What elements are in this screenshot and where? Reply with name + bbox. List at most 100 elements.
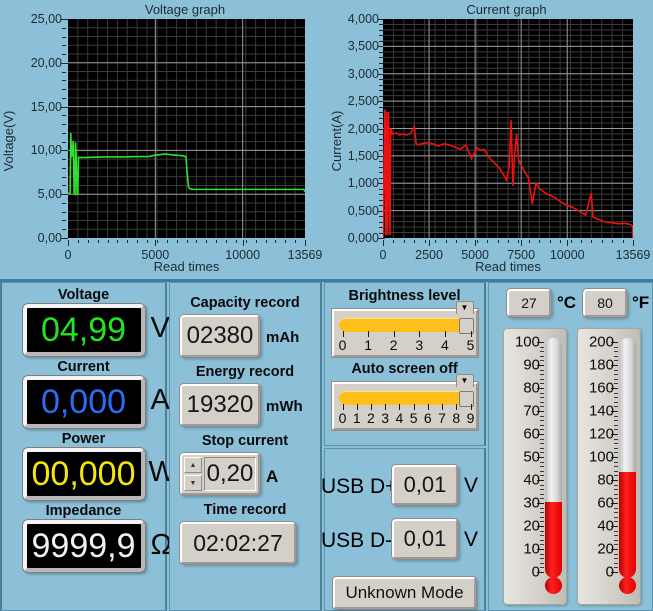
thermometer-tick-mark bbox=[537, 503, 544, 504]
axis-minor-tick bbox=[570, 240, 572, 243]
axis-minor-tick bbox=[62, 36, 66, 38]
axis-tick-label: 2,500 bbox=[347, 94, 379, 109]
usb-dminus-row: USB D- 0,01 V bbox=[321, 519, 484, 563]
axis-minor-tick bbox=[393, 240, 395, 243]
axis-minor-tick bbox=[62, 159, 66, 161]
stop-current-value[interactable]: 0,20 bbox=[204, 457, 256, 491]
axis-minor-tick bbox=[265, 240, 267, 243]
axis-minor-tick bbox=[62, 71, 66, 73]
thermometer-minor-tick bbox=[540, 415, 544, 417]
thermometer-minor-tick bbox=[614, 553, 618, 555]
axis-minor-tick bbox=[77, 240, 79, 243]
time-record-label: Time record bbox=[203, 502, 287, 518]
axis-minor-tick bbox=[62, 132, 66, 134]
thermometer-tick-mark bbox=[611, 388, 618, 389]
energy-record-row: 19320 mWh bbox=[170, 384, 320, 426]
graphs-area: Voltage graph Voltage(V) 0,00 5,00 10,00 15… bbox=[0, 0, 653, 282]
current-graph-title: Current graph bbox=[466, 2, 547, 17]
time-record-value: 02:02:27 bbox=[193, 529, 283, 556]
axis-minor-tick bbox=[612, 240, 614, 243]
axis-tick-label: 2,000 bbox=[347, 121, 379, 136]
auto-screen-off-slider[interactable]: ▼ 0123456789 bbox=[331, 374, 478, 430]
current-readout: 0,000 A bbox=[22, 376, 170, 428]
axis-minor-tick bbox=[137, 240, 139, 243]
energy-record-label: Energy record bbox=[195, 364, 295, 380]
stop-current-stepper[interactable]: ▲ ▼ 0,20 bbox=[180, 453, 260, 495]
celsius-thermometer-bulb bbox=[545, 577, 562, 594]
usb-mode-button[interactable]: Unknown Mode bbox=[333, 577, 476, 609]
stop-current-increment-button[interactable]: ▲ bbox=[184, 457, 202, 473]
power-label: Power bbox=[61, 431, 106, 447]
axis-minor-tick bbox=[216, 240, 218, 243]
thermometer-tick-mark bbox=[611, 503, 618, 504]
axis-minor-tick bbox=[487, 240, 489, 243]
axis-tick-mark bbox=[429, 240, 431, 246]
thermometer-minor-tick bbox=[614, 360, 618, 362]
axis-minor-tick bbox=[117, 240, 119, 243]
voltage-value: 04,99 bbox=[40, 310, 127, 349]
axis-tick-mark bbox=[378, 238, 385, 239]
celsius-thermometer-tube bbox=[545, 338, 562, 578]
axis-minor-tick bbox=[383, 240, 384, 243]
thermometer-minor-tick bbox=[540, 443, 544, 445]
auto-screen-off-slider-track[interactable] bbox=[338, 391, 469, 405]
slider-tick-label: 1 bbox=[352, 410, 361, 426]
thermometer-minor-tick bbox=[614, 512, 618, 514]
thermometer-minor-tick bbox=[614, 392, 618, 394]
axis-minor-tick bbox=[435, 240, 437, 243]
axis-minor-tick bbox=[255, 240, 257, 243]
stop-current-decrement-button[interactable]: ▼ bbox=[184, 475, 202, 491]
thermometer-minor-tick bbox=[540, 346, 544, 348]
thermometer-minor-tick bbox=[540, 544, 544, 546]
auto-screen-off-slider-arrow-icon[interactable]: ▼ bbox=[455, 374, 474, 387]
brightness-slider-arrow-icon[interactable]: ▼ bbox=[455, 301, 474, 314]
thermometer-tick-mark bbox=[611, 411, 618, 412]
thermometer-minor-tick bbox=[540, 447, 544, 449]
axis-tick-mark bbox=[521, 240, 523, 246]
thermometer-tick-mark bbox=[537, 388, 544, 389]
thermometer-minor-tick bbox=[540, 397, 544, 399]
thermometer-tick-mark bbox=[611, 342, 618, 343]
stop-current-label: Stop current bbox=[201, 433, 289, 449]
thermometer-tick-mark bbox=[611, 572, 618, 573]
impedance-value: 9999,9 bbox=[31, 526, 136, 565]
thermometer-minor-tick bbox=[614, 355, 618, 357]
thermometer-minor-tick bbox=[614, 489, 618, 491]
thermometer-minor-tick bbox=[540, 401, 544, 403]
axis-minor-tick bbox=[445, 240, 447, 243]
thermometer-minor-tick bbox=[540, 406, 544, 408]
axis-minor-tick bbox=[62, 229, 66, 231]
thermometer-minor-tick bbox=[540, 562, 544, 564]
axis-minor-tick bbox=[285, 240, 287, 243]
auto-screen-off-slider-scale: 0123456789 bbox=[334, 404, 476, 428]
thermometer-minor-tick bbox=[540, 378, 544, 380]
thermometer-tick-mark bbox=[611, 434, 618, 435]
thermometer-minor-tick bbox=[540, 498, 544, 500]
fahrenheit-thermometer-tube bbox=[619, 338, 636, 578]
axis-minor-tick bbox=[62, 220, 66, 222]
voltage-readout: 04,99 V bbox=[22, 304, 170, 356]
brightness-slider-scale: 0 1 2 34 5 bbox=[334, 331, 476, 355]
brightness-slider[interactable]: ▼ 0 1 2 34 5 bbox=[331, 301, 478, 357]
fahrenheit-unit: °F bbox=[632, 293, 650, 312]
thermometer-minor-tick bbox=[614, 470, 618, 472]
records-panel: Capacity record 02380 mAh Energy record … bbox=[169, 282, 322, 611]
energy-record-unit: mWh bbox=[266, 398, 303, 415]
thermometer-minor-tick bbox=[614, 530, 618, 532]
thermometer-minor-tick bbox=[540, 424, 544, 426]
brightness-slider-track[interactable] bbox=[338, 318, 469, 332]
axis-minor-tick bbox=[226, 240, 227, 243]
thermometer-minor-tick bbox=[614, 447, 618, 449]
current-graph-xlabel: Read times bbox=[475, 259, 541, 274]
thermometer-minor-tick bbox=[614, 567, 618, 569]
thermometer-minor-tick bbox=[540, 539, 544, 541]
settings-panel: Brightness level ▼ 012345 Auto screen of… bbox=[324, 282, 486, 446]
fahrenheit-thermometer-bulb bbox=[619, 577, 636, 594]
thermometer-minor-tick bbox=[614, 424, 618, 426]
voltage-graph-title: Voltage graph bbox=[144, 2, 226, 17]
axis-minor-tick bbox=[87, 240, 89, 243]
thermometer-tick-mark bbox=[537, 572, 544, 573]
thermometer-minor-tick bbox=[614, 429, 618, 431]
stop-current-stepper-buttons[interactable]: ▲ ▼ bbox=[182, 455, 204, 493]
axis-minor-tick bbox=[62, 211, 66, 213]
